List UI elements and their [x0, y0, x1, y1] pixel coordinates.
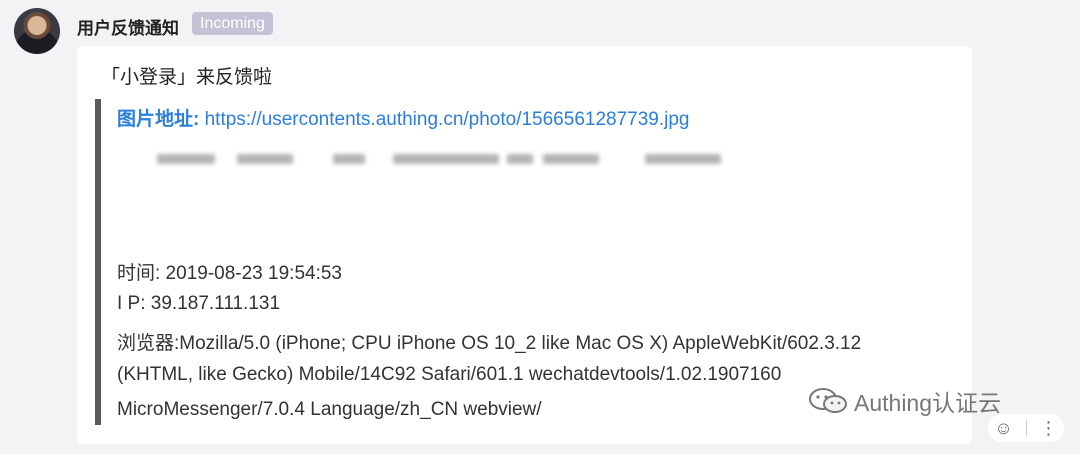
message-toolbar: ☺ ⋮ — [988, 414, 1064, 442]
wechat-icon — [808, 388, 848, 420]
incoming-badge: Incoming — [192, 12, 273, 35]
watermark: Authing认证云 — [808, 384, 1001, 420]
time-text: 时间: 2019-08-23 19:54:53 — [117, 263, 342, 284]
toolbar-divider — [1025, 420, 1027, 436]
user-agent-line-1: 浏览器:Mozilla/5.0 (iPhone; CPU iPhone OS 1… — [117, 333, 862, 354]
watermark-text: Authing认证云 — [854, 390, 1002, 416]
user-agent-line-2: (KHTML, like Gecko) Mobile/14C92 Safari/… — [117, 364, 782, 385]
more-icon[interactable]: ⋮ — [1040, 418, 1058, 439]
sender-name[interactable]: 用户反馈通知 — [77, 14, 179, 39]
quote-bar — [95, 99, 101, 425]
emoji-icon[interactable]: ☺ — [994, 418, 1012, 439]
image-link[interactable]: https://usercontents.authing.cn/photo/15… — [205, 109, 690, 130]
avatar[interactable] — [14, 8, 60, 54]
redacted-content — [157, 150, 727, 168]
ip-text: I P: 39.187.111.131 — [117, 293, 281, 314]
image-link-label: 图片地址: — [117, 109, 200, 130]
user-agent-line-3: MicroMessenger/7.0.4 Language/zh_CN webv… — [117, 399, 542, 420]
image-link-row[interactable]: 图片地址: https://usercontents.authing.cn/ph… — [117, 104, 690, 131]
message-headline: 「小登录」来反馈啦 — [101, 67, 273, 88]
